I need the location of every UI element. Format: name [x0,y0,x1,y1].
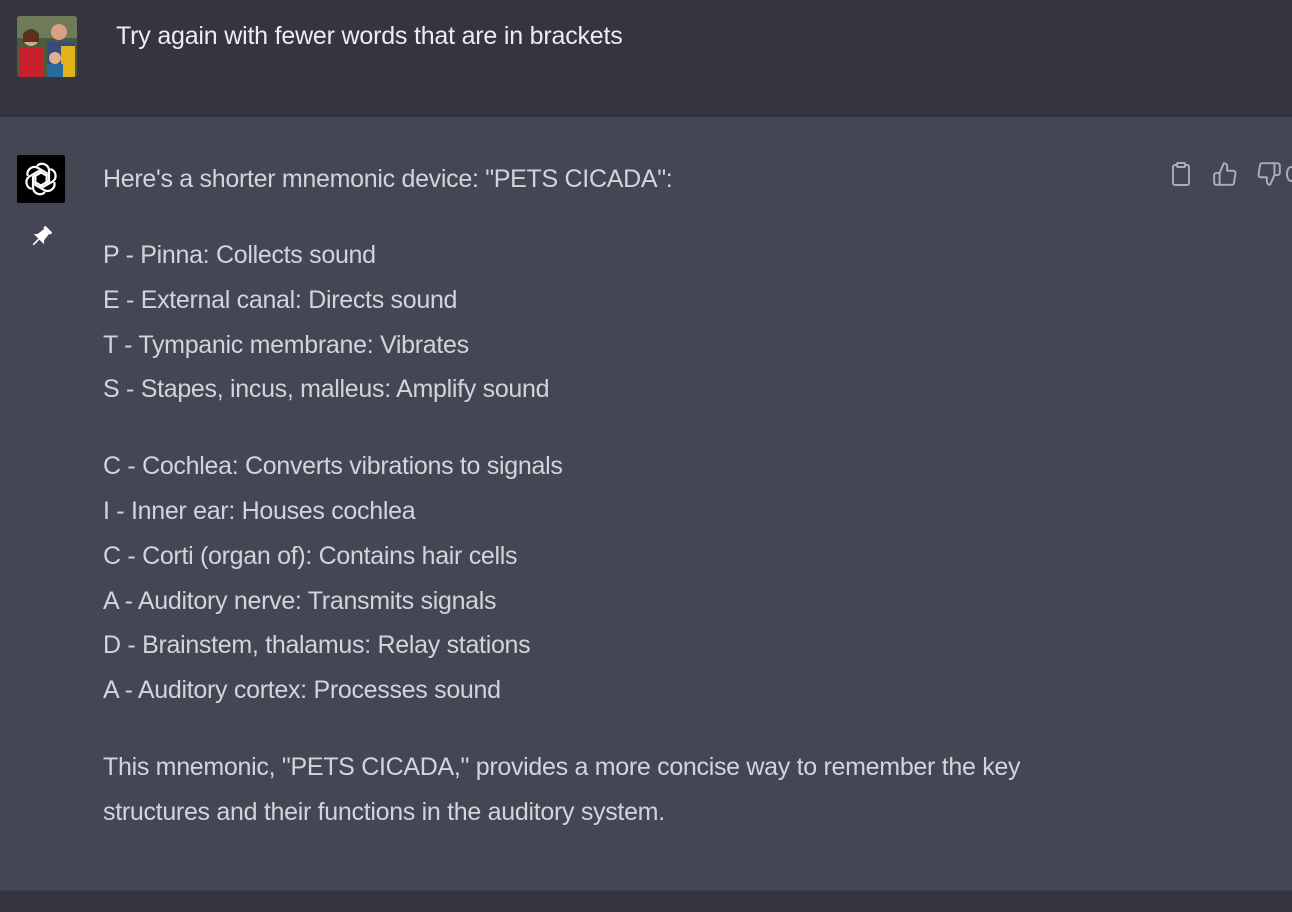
intro-text: Here's a shorter mnemonic device: "PETS … [103,165,673,193]
assistant-message-row: Here's a shorter mnemonic device: "PETS … [0,117,1292,890]
thumbs-up-button[interactable] [1210,159,1240,189]
thumbs-down-icon [1257,162,1281,186]
closing-text: structures and their functions in the au… [103,797,665,826]
next-message-edge [0,890,1292,912]
pin-icon[interactable] [27,223,55,251]
cut-off-icon [1286,166,1292,182]
list-item: T - Tympanic membrane: Vibrates [103,330,469,359]
list-item: I - Inner ear: Houses cochlea [103,496,416,525]
list-item: A - Auditory cortex: Processes sound [103,676,501,705]
list-item: C - Cochlea: Converts vibrations to sign… [103,452,563,481]
message-actions [1166,159,1284,189]
user-message-row: Try again with fewer words that are in b… [0,0,1292,116]
thumbs-down-button[interactable] [1254,159,1284,189]
copy-button[interactable] [1166,159,1196,189]
list-item: C - Corti (organ of): Contains hair cell… [103,541,518,570]
clipboard-icon [1172,162,1190,186]
list-item: D - Brainstem, thalamus: Relay stations [103,631,531,660]
list-item: E - External canal: Directs sound [103,285,458,314]
user-avatar [17,16,77,77]
assistant-message-body: Here's a shorter mnemonic device: "PETS … [103,157,1103,835]
list-item: S - Stapes, incus, malleus: Amplify soun… [103,375,550,404]
list-item: P - Pinna: Collects sound [103,241,376,269]
thumbs-up-icon [1213,162,1237,186]
family-photo-icon [17,16,77,77]
user-message-text: Try again with fewer words that are in b… [116,22,623,50]
list-item: A - Auditory nerve: Transmits signals [103,586,497,615]
chatgpt-logo-icon [17,155,65,203]
closing-text: This mnemonic, "PETS CICADA," provides a… [103,752,1021,781]
